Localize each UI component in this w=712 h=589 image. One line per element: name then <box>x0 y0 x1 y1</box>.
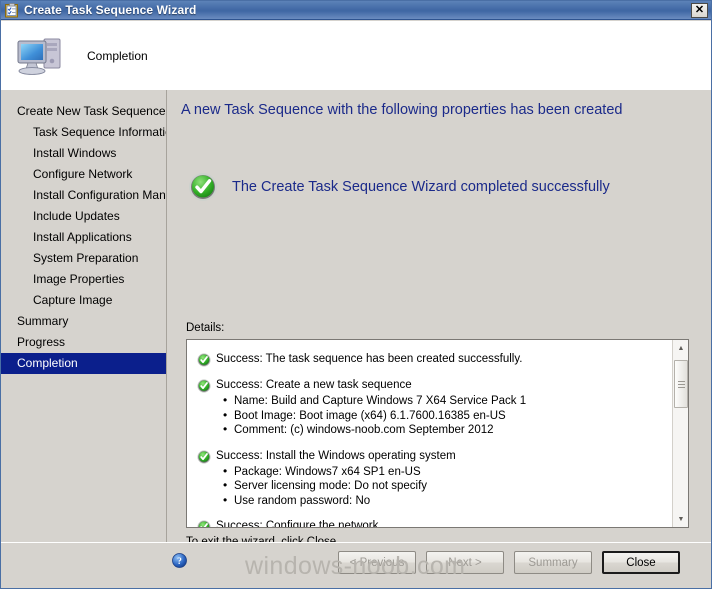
detail-group: Success: Install the Windows operating s… <box>197 449 665 509</box>
sidebar-item-install-configuration-manag[interactable]: Install Configuration Manag <box>1 185 166 206</box>
sidebar-item-system-preparation[interactable]: System Preparation <box>1 248 166 269</box>
detail-bullet-list: Name: Build and Capture Windows 7 X64 Se… <box>223 393 665 438</box>
detail-bullet: Comment: (c) windows-noob.com September … <box>223 422 665 438</box>
wizard-body: Create New Task Sequence Task Sequence In… <box>1 90 711 588</box>
help-question-icon[interactable]: ? <box>172 553 187 568</box>
detail-bullet: Use random password: No <box>223 493 665 509</box>
detail-bullet: Boot Image: Boot image (x64) 6.1.7600.16… <box>223 408 665 424</box>
close-button[interactable]: Close <box>602 551 680 574</box>
summary-button[interactable]: Summary <box>514 551 592 574</box>
detail-heading-text: Success: Create a new task sequence <box>216 379 412 391</box>
detail-group-heading: Success: Install the Windows operating s… <box>197 449 665 464</box>
sidebar-item-completion[interactable]: Completion <box>1 353 166 374</box>
create-task-sequence-wizard-window: Create Task Sequence Wizard ✕ Completion… <box>0 0 712 589</box>
main-heading: A new Task Sequence with the following p… <box>181 102 623 118</box>
sidebar-item-configure-network[interactable]: Configure Network <box>1 164 166 185</box>
close-window-button[interactable]: ✕ <box>691 3 708 18</box>
details-vertical-scrollbar[interactable]: ▲ ▼ <box>672 340 688 527</box>
details-label: Details: <box>186 322 225 334</box>
next-button[interactable]: Next > <box>426 551 504 574</box>
completion-result: The Create Task Sequence Wizard complete… <box>188 172 610 202</box>
detail-heading-text: Success: Configure the network <box>216 520 379 527</box>
computer-monitor-icon <box>13 31 69 81</box>
title-bar: Create Task Sequence Wizard ✕ <box>1 1 711 20</box>
sidebar-item-summary[interactable]: Summary <box>1 311 166 332</box>
svg-text:?: ? <box>177 557 182 567</box>
success-check-icon <box>197 449 211 464</box>
detail-group: Success: Configure the network <box>197 519 665 527</box>
detail-heading-text: Success: The task sequence has been crea… <box>216 353 523 365</box>
detail-bullet: Name: Build and Capture Windows 7 X64 Se… <box>223 393 665 409</box>
wizard-step-sidebar: Create New Task Sequence Task Sequence In… <box>1 90 167 588</box>
task-sequence-clipboard-icon <box>4 2 20 18</box>
sidebar-item-capture-image[interactable]: Capture Image <box>1 290 166 311</box>
window-title: Create Task Sequence Wizard <box>24 3 197 17</box>
detail-group-heading: Success: Create a new task sequence <box>197 378 665 393</box>
sidebar-item-progress[interactable]: Progress <box>1 332 166 353</box>
detail-group-heading: Success: The task sequence has been crea… <box>197 352 665 367</box>
sidebar-item-install-applications[interactable]: Install Applications <box>1 227 166 248</box>
page-title: Completion <box>87 48 148 63</box>
success-check-icon <box>188 172 218 202</box>
details-listbox[interactable]: Success: The task sequence has been crea… <box>186 339 689 528</box>
success-check-icon <box>197 353 211 367</box>
wizard-footer: ? < Previous Next > Summary Close <box>1 542 711 588</box>
sidebar-item-include-updates[interactable]: Include Updates <box>1 206 166 227</box>
success-check-icon <box>197 520 211 527</box>
completion-message: The Create Task Sequence Wizard complete… <box>232 179 610 195</box>
details-content: Success: The task sequence has been crea… <box>187 340 673 527</box>
sidebar-item-task-sequence-information[interactable]: Task Sequence Information <box>1 122 166 143</box>
scroll-thumb[interactable] <box>674 360 688 408</box>
sidebar-item-install-windows[interactable]: Install Windows <box>1 143 166 164</box>
detail-heading-text: Success: Install the Windows operating s… <box>216 449 456 462</box>
previous-button[interactable]: < Previous <box>338 551 416 574</box>
scroll-up-button[interactable]: ▲ <box>673 340 688 356</box>
success-check-icon <box>197 379 211 393</box>
detail-group-heading: Success: Configure the network <box>197 519 665 527</box>
sidebar-item-create-new-task-sequence[interactable]: Create New Task Sequence <box>1 101 166 122</box>
scroll-thumb-grip <box>677 379 685 390</box>
detail-group: Success: Create a new task sequence Name:… <box>197 378 665 438</box>
detail-bullet: Server licensing mode: Do not specify <box>223 478 665 494</box>
detail-bullet-list: Package: Windows7 x64 SP1 en-USServer li… <box>223 464 665 509</box>
step-list: Create New Task Sequence Task Sequence In… <box>1 101 166 374</box>
wizard-header: Completion <box>1 21 711 90</box>
main-content: A new Task Sequence with the following p… <box>168 90 711 588</box>
scroll-down-button[interactable]: ▼ <box>673 511 688 527</box>
detail-bullet: Package: Windows7 x64 SP1 en-US <box>223 464 665 480</box>
detail-group: Success: The task sequence has been crea… <box>197 352 665 367</box>
sidebar-item-image-properties[interactable]: Image Properties <box>1 269 166 290</box>
